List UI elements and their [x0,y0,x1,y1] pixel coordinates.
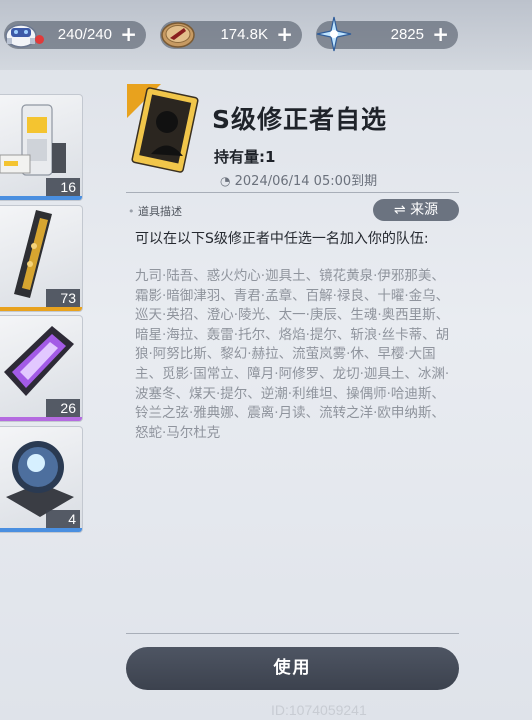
user-id: ID:1074059241 [271,702,367,718]
use-button[interactable]: 使用 [126,647,459,690]
rarity-bar [0,528,82,532]
star-crystal-icon [316,16,352,52]
coin-icon [161,22,195,48]
stamina-resource[interactable]: 240/240 + [4,21,146,49]
crystal-value: 2825 [390,26,424,43]
robot-stamina-icon [5,24,37,48]
notification-dot [35,35,44,44]
rarity-bar [0,307,82,311]
inventory-item[interactable]: 26 [0,315,83,422]
divider [126,192,459,193]
item-count: 16 [46,178,80,196]
owned-quantity: 持有量:1 [214,148,276,166]
coin-resource[interactable]: 174.8K + [160,21,302,49]
stamina-value: 240/240 [57,26,112,43]
source-button[interactable]: ⇌ 来源 [373,199,459,221]
coin-value: 174.8K [220,26,268,43]
section-label-text: 道具描述 [138,205,182,218]
swap-arrows-icon: ⇌ [393,202,406,218]
add-crystal-button[interactable]: + [432,21,449,48]
source-button-label: 来源 [410,202,439,218]
expire-text: 2024/06/14 05:00到期 [234,174,378,189]
section-label: • 道具描述 [128,203,182,219]
add-coin-button[interactable]: + [276,21,293,48]
item-description: 可以在以下S级修正者中任选一名加入你的队伍: [135,231,429,247]
resource-bar: 240/240 + 174.8K + 2825 + [0,0,532,70]
inventory-item[interactable]: 4 [0,426,83,533]
selector-card-icon [127,84,199,173]
item-count: 4 [46,510,80,528]
rarity-bar [0,417,82,421]
item-title: S级修正者自选 [212,105,388,134]
section-dot-icon: • [128,205,135,218]
expire-info: ◔ 2024/06/14 05:00到期 [220,170,377,189]
divider [126,633,459,634]
candidate-list: 九司·陆吾、惑火灼心·迦具土、镜花黄泉·伊邪那美、霜影·暗御津羽、青君·孟章、百… [135,268,450,441]
item-count: 26 [46,399,80,417]
crystal-resource[interactable]: 2825 + [316,16,458,52]
rarity-bar [0,196,82,200]
inventory-item[interactable]: 16 [0,94,83,201]
inventory-item[interactable]: 73 [0,205,83,312]
item-count: 73 [46,289,80,307]
clock-icon: ◔ [220,174,231,188]
add-stamina-button[interactable]: + [120,21,137,48]
